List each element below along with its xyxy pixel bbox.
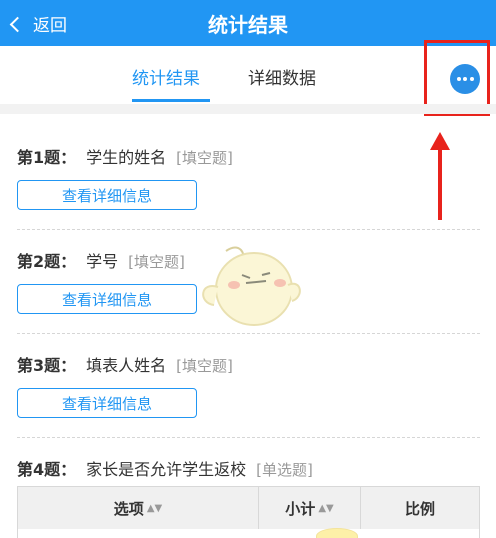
active-tab-indicator (132, 99, 210, 102)
column-header-ratio: 比例 (404, 499, 435, 518)
divider (17, 333, 480, 334)
question-number: 第3题： (17, 356, 77, 375)
chick-mascot-peek (316, 528, 358, 538)
question-type: [填空题] (176, 357, 233, 375)
divider (17, 437, 480, 438)
table-header: 选项 ▲▼ 小计 ▲▼ 比例 (18, 487, 479, 529)
question-number: 第1题： (17, 148, 77, 167)
tab-detailed-data[interactable]: 详细数据 (248, 64, 316, 89)
tab-bar: 统计结果 详细数据 (0, 46, 496, 104)
view-details-button-q1[interactable]: 查看详细信息 (17, 180, 197, 210)
view-details-button-q3[interactable]: 查看详细信息 (17, 388, 197, 418)
question-4: 第4题： 家长是否允许学生返校 [单选题] (17, 456, 313, 480)
question-text: 家长是否允许学生返校 (86, 460, 247, 479)
question-number: 第4题： (17, 460, 77, 479)
column-header-subtotal[interactable]: 小计 ▲▼ (259, 487, 361, 529)
page-title: 统计结果 (208, 13, 288, 37)
question-2: 第2题： 学号 [填空题] (17, 248, 185, 272)
question-text: 填表人姓名 (86, 356, 167, 375)
column-header-option[interactable]: 选项 ▲▼ (18, 487, 259, 529)
question-text: 学号 (86, 252, 119, 271)
chick-mascot-sticker (202, 246, 301, 326)
annotation-arrow-shaft (438, 146, 442, 220)
question-type: [填空题] (128, 253, 185, 271)
question-text: 学生的姓名 (86, 148, 167, 167)
question-1: 第1题： 学生的姓名 [填空题] (17, 144, 233, 168)
results-table: 选项 ▲▼ 小计 ▲▼ 比例 (17, 486, 480, 538)
divider (17, 229, 480, 230)
tab-statistics[interactable]: 统计结果 (132, 64, 200, 89)
question-number: 第2题： (17, 252, 77, 271)
sort-arrows-icon: ▲▼ (146, 502, 163, 514)
question-type: [填空题] (176, 149, 233, 167)
top-bar: 返回 统计结果 (0, 0, 496, 46)
sort-arrows-icon: ▲▼ (318, 502, 334, 514)
section-separator (0, 104, 496, 114)
question-3: 第3题： 填表人姓名 [填空题] (17, 352, 233, 376)
view-details-button-q2[interactable]: 查看详细信息 (17, 284, 197, 314)
question-type: [单选题] (256, 461, 313, 479)
